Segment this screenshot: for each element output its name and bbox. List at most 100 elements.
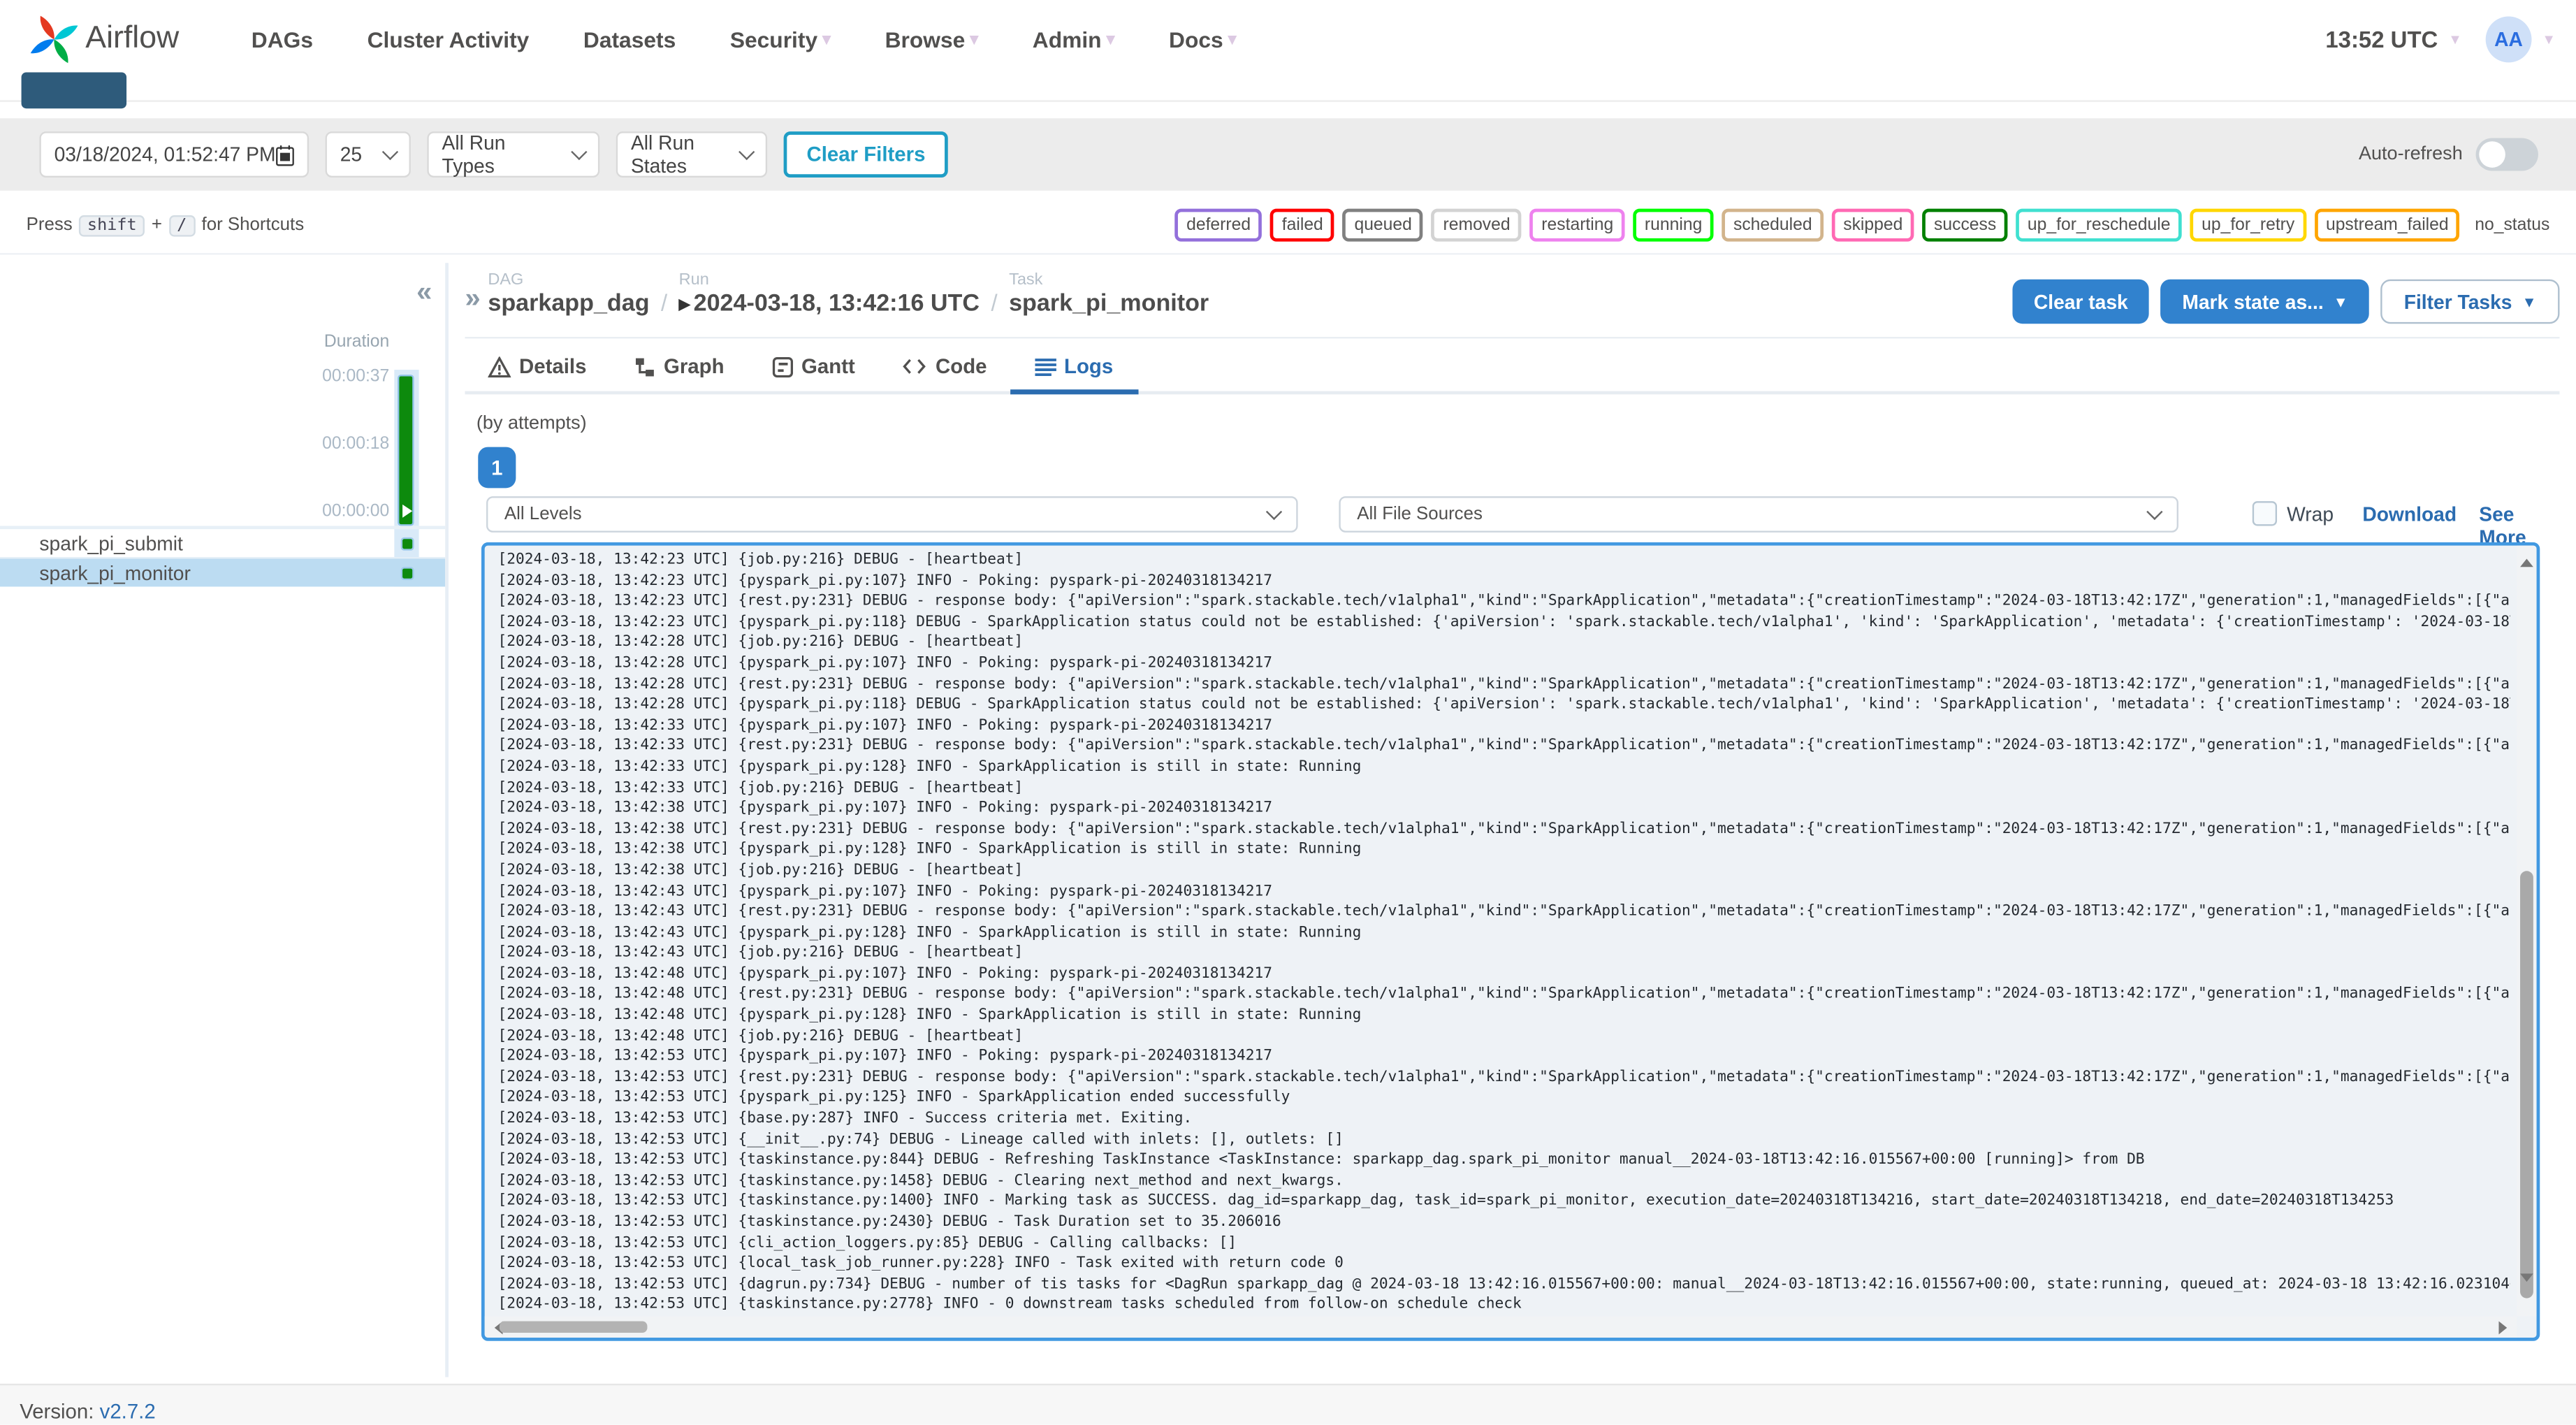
breadcrumb-dag[interactable]: DAG sparkapp_dag <box>488 271 649 317</box>
download-link[interactable]: Download <box>2362 503 2457 526</box>
chevron-down-icon: ▼ <box>2333 293 2348 310</box>
page-size-select[interactable]: 25 <box>325 131 411 178</box>
state-badge-removed[interactable]: removed <box>1432 208 1522 242</box>
divider <box>0 253 2576 255</box>
chevron-down-icon <box>2146 503 2163 521</box>
task-name: spark_pi_submit <box>39 531 183 555</box>
task-instance-cell[interactable] <box>394 558 419 587</box>
footer: Version: v2.7.2 <box>0 1383 2576 1425</box>
version-text: Version: v2.7.2 <box>20 1400 156 1424</box>
breadcrumb-separator: / <box>661 289 668 316</box>
task-row-spark-pi-submit[interactable]: spark_pi_submit <box>0 529 446 559</box>
code-icon <box>903 359 926 374</box>
state-badge-upstream-failed[interactable]: upstream_failed <box>2314 208 2461 242</box>
file-sources-select[interactable]: All File Sources <box>1339 496 2178 533</box>
duration-axis-title: Duration <box>323 331 390 352</box>
breadcrumb-separator: / <box>991 289 998 316</box>
wrap-label: Wrap <box>2287 502 2334 526</box>
panel-divider[interactable] <box>445 263 449 1377</box>
state-badge-success[interactable]: success <box>1922 208 2008 242</box>
tab-details[interactable]: Details <box>486 348 588 391</box>
tab-code[interactable]: Code <box>901 348 989 391</box>
airflow-logo-icon <box>30 15 78 64</box>
state-legend: deferred failed queued removed restartin… <box>1174 208 2550 242</box>
state-badge-up-for-retry[interactable]: up_for_retry <box>2190 208 2306 242</box>
grid-sidebar: « Duration 00:00:37 00:00:18 00:00:00 sp… <box>0 263 446 1377</box>
state-badge-queued[interactable]: queued <box>1343 208 1424 242</box>
nav-item-dags[interactable]: DAGs <box>252 27 313 52</box>
scroll-down-icon[interactable] <box>2520 1273 2533 1288</box>
run-types-select[interactable]: All Run Types <box>427 131 600 178</box>
task-instance-square <box>400 566 414 579</box>
airflow-app: Airflow DAGs Cluster Activity Datasets S… <box>0 0 2576 1425</box>
state-badge-scheduled[interactable]: scheduled <box>1722 208 1824 242</box>
attempt-1-button[interactable]: 1 <box>478 447 516 489</box>
version-link[interactable]: v2.7.2 <box>100 1400 156 1423</box>
nav-item-datasets[interactable]: Datasets <box>583 27 676 52</box>
tab-gantt[interactable]: Gantt <box>770 348 857 391</box>
airflow-brand[interactable]: Airflow <box>29 15 179 64</box>
graph-icon <box>635 357 654 376</box>
chevron-down-icon: ▾ <box>1228 30 1237 49</box>
task-actions: Clear task Mark state as... ▼ Filter Task… <box>2012 279 2560 324</box>
brand-name: Airflow <box>85 21 180 56</box>
duration-tick: 00:00:00 <box>322 501 390 521</box>
state-badge-up-for-reschedule[interactable]: up_for_reschedule <box>2016 208 2182 242</box>
state-badge-running[interactable]: running <box>1633 208 1714 242</box>
breadcrumb-run[interactable]: Run ▶ 2024-03-18, 13:42:16 UTC <box>679 271 980 317</box>
horizontal-scrollbar[interactable] <box>484 1316 2517 1338</box>
log-levels-select[interactable]: All Levels <box>486 496 1298 533</box>
task-row-spark-pi-monitor[interactable]: spark_pi_monitor <box>0 558 446 587</box>
state-badge-skipped[interactable]: skipped <box>1831 208 1914 242</box>
clear-filters-button[interactable]: Clear Filters <box>783 131 949 178</box>
filter-bar: 03/18/2024, 01:52:47 PM 25 All Run Types… <box>0 118 2576 191</box>
task-instance-cell[interactable] <box>394 529 419 558</box>
chevron-down-icon <box>1265 503 1283 521</box>
toggle-knob <box>2479 141 2505 168</box>
chevron-down-icon[interactable]: ▾ <box>2451 31 2459 49</box>
nav-item-security[interactable]: Security ▾ <box>730 27 831 52</box>
wrap-checkbox[interactable] <box>2252 501 2278 526</box>
selected-run-marker-icon <box>402 504 419 518</box>
expand-panel-icon[interactable]: » <box>465 282 480 315</box>
state-badge-deferred[interactable]: deferred <box>1174 208 1262 242</box>
auto-refresh-toggle[interactable] <box>2475 138 2538 171</box>
clock-utc[interactable]: 13:52 UTC <box>2325 27 2438 53</box>
navbar: Airflow DAGs Cluster Activity Datasets S… <box>0 0 2576 102</box>
log-output-box[interactable]: [2024-03-18, 13:42:23 UTC] {job.py:216} … <box>481 542 2540 1341</box>
scroll-right-icon[interactable] <box>2498 1321 2513 1335</box>
task-details-panel: » DAG sparkapp_dag / Run ▶ 2024-03-18, 13… <box>465 263 2560 1377</box>
chevron-down-icon[interactable]: ▾ <box>2545 31 2553 49</box>
state-badge-failed[interactable]: failed <box>1270 208 1335 242</box>
chevron-down-icon: ▾ <box>970 30 979 49</box>
nav-item-docs[interactable]: Docs ▾ <box>1169 27 1237 52</box>
scroll-up-icon[interactable] <box>2520 552 2533 567</box>
state-label-no-status: no_status <box>2475 215 2550 236</box>
run-datetime-input[interactable]: 03/18/2024, 01:52:47 PM <box>39 131 310 178</box>
tab-logs[interactable]: Logs <box>1010 348 1138 395</box>
logs-icon <box>1034 357 1056 375</box>
clear-task-button[interactable]: Clear task <box>2012 279 2150 324</box>
state-badge-restarting[interactable]: restarting <box>1529 208 1625 242</box>
avatar[interactable]: AA <box>2485 16 2532 63</box>
vertical-scrollbar-thumb[interactable] <box>2520 871 2533 1299</box>
mark-state-as-button[interactable]: Mark state as... ▼ <box>2160 279 2370 324</box>
task-instance-square <box>400 536 414 550</box>
nav-item-browse[interactable]: Browse ▾ <box>885 27 979 52</box>
calendar-icon <box>276 144 294 166</box>
run-duration-bar[interactable] <box>398 375 414 526</box>
breadcrumb-task[interactable]: Task spark_pi_monitor <box>1009 271 1209 317</box>
shift-key: shift <box>79 214 145 236</box>
nav-item-admin[interactable]: Admin ▾ <box>1033 27 1115 52</box>
breadcrumb: DAG sparkapp_dag / Run ▶ 2024-03-18, 13:4… <box>488 271 1209 317</box>
run-states-select[interactable]: All Run States <box>616 131 768 178</box>
tab-graph[interactable]: Graph <box>632 348 726 391</box>
chevron-down-icon <box>738 143 755 161</box>
by-attempts-label: (by attempts) <box>476 414 587 434</box>
filter-tasks-button[interactable]: Filter Tasks ▼ <box>2380 279 2560 324</box>
horizontal-scrollbar-thumb[interactable] <box>499 1321 648 1333</box>
nav-item-cluster-activity[interactable]: Cluster Activity <box>368 27 530 52</box>
collapse-panel-icon[interactable]: « <box>416 276 432 309</box>
vertical-scrollbar[interactable] <box>2517 545 2537 1317</box>
main-nav: DAGs Cluster Activity Datasets Security ▾… <box>252 27 1237 52</box>
